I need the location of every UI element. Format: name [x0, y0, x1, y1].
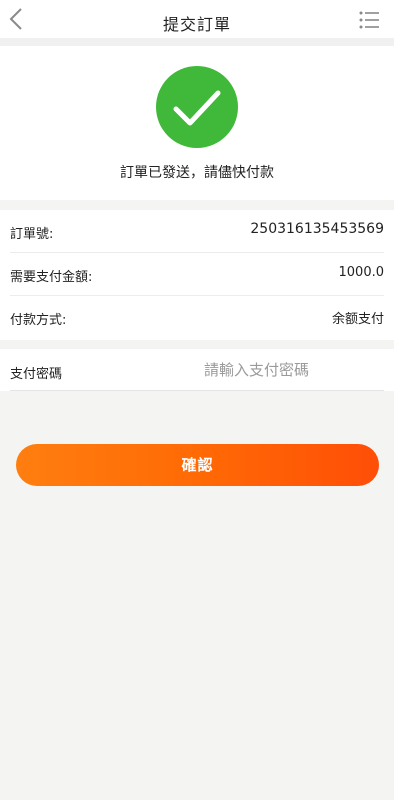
list-menu-icon	[359, 11, 379, 29]
confirm-button[interactable]: 確認	[16, 444, 379, 486]
payment-method-row: 付款方式: 余额支付	[10, 296, 384, 338]
order-info-panel: 訂單號: 250316135453569 需要支付金額: 1000.0 付款方式…	[0, 210, 394, 340]
order-submit-page: 提交訂單 訂單已發送，請儘快付款 訂單號: 250316135453569 需要…	[0, 0, 394, 800]
header-separator	[0, 38, 394, 46]
status-message: 訂單已發送，請儘快付款	[120, 165, 274, 181]
amount-due-row: 需要支付金額: 1000.0	[10, 253, 384, 295]
order-number-label: 訂單號:	[10, 227, 54, 242]
password-divider	[10, 390, 384, 391]
payment-method-value: 余额支付	[331, 312, 384, 327]
order-status-panel: 訂單已發送，請儘快付款	[0, 46, 394, 200]
top-nav-bar: 提交訂單	[0, 0, 394, 38]
payment-method-label: 付款方式:	[10, 313, 67, 328]
amount-due-label: 需要支付金額:	[10, 270, 93, 285]
amount-due-value: 1000.0	[338, 265, 385, 280]
check-icon	[173, 90, 221, 126]
payment-password-label: 支付密碼	[10, 367, 63, 382]
menu-button[interactable]	[358, 10, 382, 30]
success-badge	[156, 66, 238, 148]
order-number-value: 250316135453569	[250, 221, 384, 237]
page-title: 提交訂單	[162, 15, 231, 34]
payment-password-input[interactable]	[204, 357, 384, 383]
payment-password-row: 支付密碼	[0, 349, 394, 391]
order-number-row: 訂單號: 250316135453569	[10, 210, 384, 252]
